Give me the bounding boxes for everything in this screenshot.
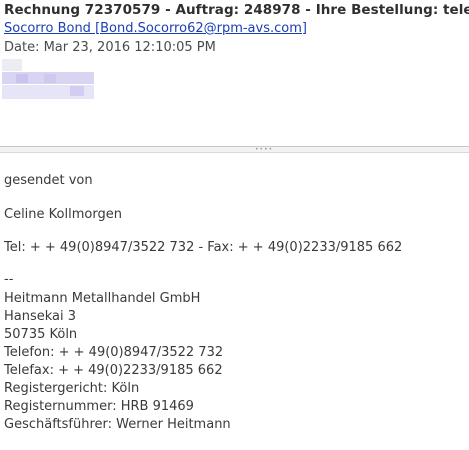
fax-line: Telefax: + + 49(0)2233/9185 662 — [4, 363, 223, 378]
address-street: Hansekai 3 — [4, 309, 77, 324]
phone-line: Telefon: + + 49(0)8947/3522 732 — [4, 345, 224, 360]
register-number: Registernummer: HRB 91469 — [4, 399, 194, 414]
splitter-grip-icon: •••• — [255, 146, 274, 153]
sender-link[interactable]: Socorro Bond [Bond.Socorro62@rpm-avs.com… — [4, 21, 307, 36]
pane-splitter[interactable]: •••• — [0, 146, 469, 153]
register-court: Registergericht: Köln — [4, 381, 140, 396]
company-name: Heitmann Metallhandel GmbH — [4, 291, 201, 306]
subject-line: Rechnung 72370579 - Auftrag: 248978 - Ih… — [4, 2, 469, 18]
signature-separator: -- — [4, 272, 14, 287]
body-line: Tel: + + 49(0)8947/3522 732 - Fax: + + 4… — [4, 240, 403, 255]
body-line: Celine Kollmorgen — [4, 207, 122, 222]
address-city: 50735 Köln — [4, 327, 78, 342]
date-line: Date: Mar 23, 2016 12:10:05 PM — [4, 40, 216, 55]
body-line: gesendet von — [4, 173, 93, 188]
message-body: gesendet von Celine Kollmorgen Tel: + + … — [0, 154, 469, 450]
managing-director: Geschäftsführer: Werner Heitmann — [4, 417, 231, 432]
message-header: Rechnung 72370579 - Auftrag: 248978 - Ih… — [0, 0, 469, 146]
